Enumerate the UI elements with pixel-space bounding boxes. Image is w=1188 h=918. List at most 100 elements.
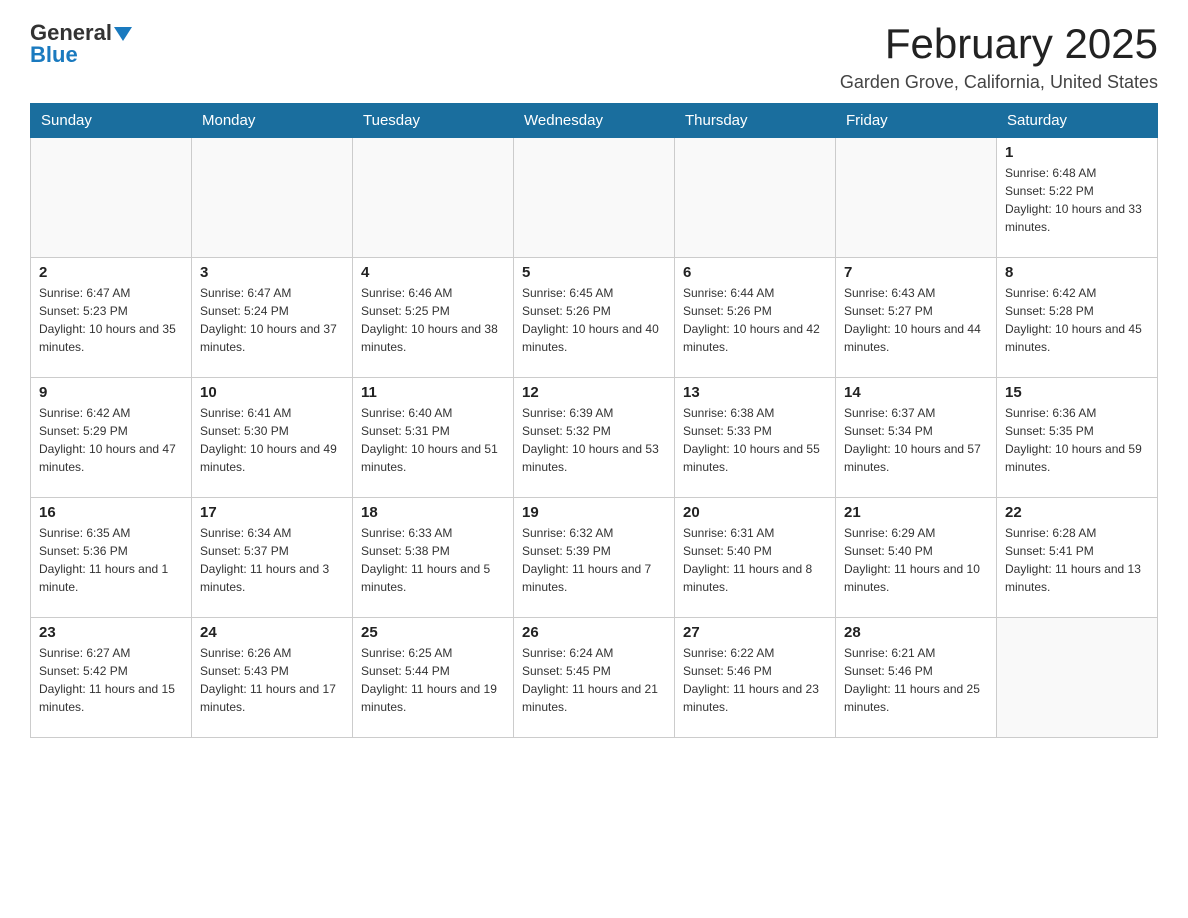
logo: General Blue (30, 20, 132, 68)
calendar-cell: 23 Sunrise: 6:27 AM Sunset: 5:42 PM Dayli… (31, 618, 192, 738)
day-info: Sunrise: 6:43 AM Sunset: 5:27 PM Dayligh… (844, 284, 988, 356)
day-number: 22 (1005, 504, 1149, 521)
calendar-cell: 13 Sunrise: 6:38 AM Sunset: 5:33 PM Dayli… (675, 378, 836, 498)
calendar-cell (675, 138, 836, 258)
day-number: 5 (522, 264, 666, 281)
day-info: Sunrise: 6:44 AM Sunset: 5:26 PM Dayligh… (683, 284, 827, 356)
day-number: 16 (39, 504, 183, 521)
day-info: Sunrise: 6:25 AM Sunset: 5:44 PM Dayligh… (361, 644, 505, 716)
calendar-cell: 22 Sunrise: 6:28 AM Sunset: 5:41 PM Dayli… (997, 498, 1158, 618)
calendar-cell: 20 Sunrise: 6:31 AM Sunset: 5:40 PM Dayli… (675, 498, 836, 618)
calendar-cell: 9 Sunrise: 6:42 AM Sunset: 5:29 PM Daylig… (31, 378, 192, 498)
day-info: Sunrise: 6:47 AM Sunset: 5:24 PM Dayligh… (200, 284, 344, 356)
calendar-cell: 27 Sunrise: 6:22 AM Sunset: 5:46 PM Dayli… (675, 618, 836, 738)
calendar-cell: 5 Sunrise: 6:45 AM Sunset: 5:26 PM Daylig… (514, 258, 675, 378)
day-number: 21 (844, 504, 988, 521)
calendar-cell: 15 Sunrise: 6:36 AM Sunset: 5:35 PM Dayli… (997, 378, 1158, 498)
day-number: 26 (522, 624, 666, 641)
day-info: Sunrise: 6:32 AM Sunset: 5:39 PM Dayligh… (522, 524, 666, 596)
day-info: Sunrise: 6:39 AM Sunset: 5:32 PM Dayligh… (522, 404, 666, 476)
day-info: Sunrise: 6:22 AM Sunset: 5:46 PM Dayligh… (683, 644, 827, 716)
day-info: Sunrise: 6:38 AM Sunset: 5:33 PM Dayligh… (683, 404, 827, 476)
day-number: 4 (361, 264, 505, 281)
logo-triangle-icon (114, 27, 132, 41)
calendar-body: 1 Sunrise: 6:48 AM Sunset: 5:22 PM Daylig… (31, 138, 1158, 738)
calendar-cell: 2 Sunrise: 6:47 AM Sunset: 5:23 PM Daylig… (31, 258, 192, 378)
day-number: 17 (200, 504, 344, 521)
weekday-header-row: SundayMondayTuesdayWednesdayThursdayFrid… (31, 104, 1158, 138)
day-info: Sunrise: 6:21 AM Sunset: 5:46 PM Dayligh… (844, 644, 988, 716)
calendar-cell: 7 Sunrise: 6:43 AM Sunset: 5:27 PM Daylig… (836, 258, 997, 378)
day-info: Sunrise: 6:48 AM Sunset: 5:22 PM Dayligh… (1005, 164, 1149, 236)
calendar-cell: 16 Sunrise: 6:35 AM Sunset: 5:36 PM Dayli… (31, 498, 192, 618)
day-info: Sunrise: 6:27 AM Sunset: 5:42 PM Dayligh… (39, 644, 183, 716)
day-number: 23 (39, 624, 183, 641)
day-info: Sunrise: 6:41 AM Sunset: 5:30 PM Dayligh… (200, 404, 344, 476)
day-info: Sunrise: 6:42 AM Sunset: 5:29 PM Dayligh… (39, 404, 183, 476)
calendar-cell: 1 Sunrise: 6:48 AM Sunset: 5:22 PM Daylig… (997, 138, 1158, 258)
day-info: Sunrise: 6:28 AM Sunset: 5:41 PM Dayligh… (1005, 524, 1149, 596)
day-info: Sunrise: 6:26 AM Sunset: 5:43 PM Dayligh… (200, 644, 344, 716)
day-number: 15 (1005, 384, 1149, 401)
calendar-week-row: 2 Sunrise: 6:47 AM Sunset: 5:23 PM Daylig… (31, 258, 1158, 378)
month-title: February 2025 (840, 20, 1158, 68)
day-number: 28 (844, 624, 988, 641)
day-info: Sunrise: 6:47 AM Sunset: 5:23 PM Dayligh… (39, 284, 183, 356)
calendar-cell: 10 Sunrise: 6:41 AM Sunset: 5:30 PM Dayli… (192, 378, 353, 498)
day-number: 7 (844, 264, 988, 281)
day-number: 3 (200, 264, 344, 281)
calendar-cell: 4 Sunrise: 6:46 AM Sunset: 5:25 PM Daylig… (353, 258, 514, 378)
day-number: 6 (683, 264, 827, 281)
weekday-header-wednesday: Wednesday (514, 104, 675, 138)
day-number: 2 (39, 264, 183, 281)
calendar-cell: 21 Sunrise: 6:29 AM Sunset: 5:40 PM Dayli… (836, 498, 997, 618)
calendar-cell (192, 138, 353, 258)
calendar-week-row: 9 Sunrise: 6:42 AM Sunset: 5:29 PM Daylig… (31, 378, 1158, 498)
day-number: 27 (683, 624, 827, 641)
calendar-cell: 3 Sunrise: 6:47 AM Sunset: 5:24 PM Daylig… (192, 258, 353, 378)
weekday-header-friday: Friday (836, 104, 997, 138)
calendar-cell: 17 Sunrise: 6:34 AM Sunset: 5:37 PM Dayli… (192, 498, 353, 618)
day-number: 9 (39, 384, 183, 401)
day-info: Sunrise: 6:42 AM Sunset: 5:28 PM Dayligh… (1005, 284, 1149, 356)
day-number: 20 (683, 504, 827, 521)
day-number: 19 (522, 504, 666, 521)
calendar-cell: 26 Sunrise: 6:24 AM Sunset: 5:45 PM Dayli… (514, 618, 675, 738)
calendar-week-row: 16 Sunrise: 6:35 AM Sunset: 5:36 PM Dayli… (31, 498, 1158, 618)
day-info: Sunrise: 6:35 AM Sunset: 5:36 PM Dayligh… (39, 524, 183, 596)
location-title: Garden Grove, California, United States (840, 72, 1158, 93)
day-number: 10 (200, 384, 344, 401)
calendar-cell (353, 138, 514, 258)
day-info: Sunrise: 6:34 AM Sunset: 5:37 PM Dayligh… (200, 524, 344, 596)
calendar-cell: 14Sunrise: 6:37 AM Sunset: 5:34 PM Dayli… (836, 378, 997, 498)
day-info: Sunrise: 6:36 AM Sunset: 5:35 PM Dayligh… (1005, 404, 1149, 476)
calendar-header: SundayMondayTuesdayWednesdayThursdayFrid… (31, 104, 1158, 138)
calendar-cell: 12 Sunrise: 6:39 AM Sunset: 5:32 PM Dayli… (514, 378, 675, 498)
calendar-cell: 8 Sunrise: 6:42 AM Sunset: 5:28 PM Daylig… (997, 258, 1158, 378)
calendar-cell (836, 138, 997, 258)
day-number: 12 (522, 384, 666, 401)
calendar-cell (514, 138, 675, 258)
day-info: Sunrise: 6:46 AM Sunset: 5:25 PM Dayligh… (361, 284, 505, 356)
weekday-header-sunday: Sunday (31, 104, 192, 138)
day-info: Sunrise: 6:24 AM Sunset: 5:45 PM Dayligh… (522, 644, 666, 716)
day-number: 11 (361, 384, 505, 401)
calendar-cell: 25Sunrise: 6:25 AM Sunset: 5:44 PM Dayli… (353, 618, 514, 738)
day-number: 1 (1005, 144, 1149, 161)
day-info: Sunrise: 6:29 AM Sunset: 5:40 PM Dayligh… (844, 524, 988, 596)
calendar-cell (997, 618, 1158, 738)
day-number: 13 (683, 384, 827, 401)
weekday-header-tuesday: Tuesday (353, 104, 514, 138)
day-info: Sunrise: 6:45 AM Sunset: 5:26 PM Dayligh… (522, 284, 666, 356)
day-number: 24 (200, 624, 344, 641)
logo-blue-text: Blue (30, 42, 78, 68)
day-number: 14 (844, 384, 988, 401)
day-number: 18 (361, 504, 505, 521)
day-number: 8 (1005, 264, 1149, 281)
calendar-cell: 6 Sunrise: 6:44 AM Sunset: 5:26 PM Daylig… (675, 258, 836, 378)
calendar-table: SundayMondayTuesdayWednesdayThursdayFrid… (30, 103, 1158, 738)
day-info: Sunrise: 6:40 AM Sunset: 5:31 PM Dayligh… (361, 404, 505, 476)
calendar-cell: 18Sunrise: 6:33 AM Sunset: 5:38 PM Dayli… (353, 498, 514, 618)
calendar-cell: 24 Sunrise: 6:26 AM Sunset: 5:43 PM Dayli… (192, 618, 353, 738)
day-info: Sunrise: 6:31 AM Sunset: 5:40 PM Dayligh… (683, 524, 827, 596)
